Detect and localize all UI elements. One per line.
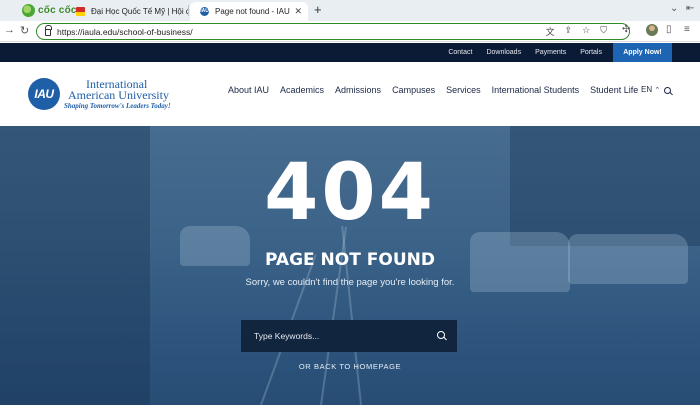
language-switcher[interactable]: EN ⌃ (641, 85, 660, 94)
browser-toolbar: → ↻ https://iaula.edu/school-of-business… (0, 21, 700, 42)
url-text[interactable]: https://iaula.edu/school-of-business/ (57, 27, 193, 37)
search-icon[interactable] (437, 331, 445, 339)
menu-icon[interactable]: ≡ (684, 24, 690, 35)
close-tab-icon[interactable]: ✕ (294, 6, 302, 17)
utility-links: Contact Downloads Payments Portals (448, 43, 602, 62)
site-topbar: Contact Downloads Payments Portals Apply… (0, 43, 700, 62)
coccoc-logo-icon (22, 4, 35, 17)
shield-icon[interactable]: ⛉ (600, 25, 607, 38)
search-form (241, 320, 457, 352)
side-panel-icon[interactable]: ▯ (666, 24, 672, 35)
error-code: 404 (264, 148, 436, 238)
reload-icon[interactable]: ↻ (20, 24, 29, 37)
browser-brand-label: cốc cốc (38, 5, 77, 16)
nav-item-admissions[interactable]: Admissions (335, 85, 381, 95)
nav-item-international-students[interactable]: International Students (492, 85, 580, 95)
topbar-link-portals[interactable]: Portals (580, 49, 602, 56)
chevron-down-icon[interactable]: ⌄ (670, 3, 678, 14)
bookmark-star-icon[interactable]: ☆ (582, 25, 590, 38)
main-nav: About IAU Academics Admissions Campuses … (228, 85, 638, 95)
browser-tabbar: cốc cốc Đại Học Quốc Tế Mỹ | Hội đồng K … (0, 0, 700, 21)
error-message: Sorry, we couldn't find the page you're … (245, 277, 455, 288)
extensions-icon[interactable]: ✣ (622, 24, 630, 35)
error-title: PAGE NOT FOUND (265, 250, 435, 270)
nav-item-academics[interactable]: Academics (280, 85, 324, 95)
nav-item-campuses[interactable]: Campuses (392, 85, 435, 95)
chevron-up-icon: ⌃ (654, 87, 661, 94)
tab-title: Đại Học Quốc Tế Mỹ | Hội đồng K (91, 7, 188, 16)
topbar-link-downloads[interactable]: Downloads (486, 49, 521, 56)
search-input[interactable] (241, 331, 421, 341)
topbar-link-contact[interactable]: Contact (448, 49, 472, 56)
nav-item-student-life[interactable]: Student Life (590, 85, 638, 95)
forward-icon[interactable]: → (4, 24, 15, 36)
tab-iau-council[interactable]: Đại Học Quốc Tế Mỹ | Hội đồng K (72, 2, 188, 21)
logo-badge: IAU (28, 78, 60, 110)
apply-now-button[interactable]: Apply Now! (613, 43, 672, 62)
lock-icon[interactable] (45, 25, 52, 36)
header-search-icon[interactable] (664, 87, 671, 94)
new-tab-button[interactable]: + (314, 2, 322, 17)
iau-logo[interactable]: IAU International American University Sh… (28, 76, 178, 112)
nav-item-about[interactable]: About IAU (228, 85, 269, 95)
flag-favicon-icon (76, 7, 85, 16)
share-icon[interactable]: ⇪ (565, 25, 573, 38)
address-bar[interactable]: https://iaula.edu/school-of-business/ 文 … (36, 23, 630, 40)
browser-brand[interactable]: cốc cốc (22, 3, 77, 18)
nav-item-services[interactable]: Services (446, 85, 481, 95)
logo-name-line2: American University (68, 88, 169, 102)
tab-divider (188, 5, 189, 16)
logo-tagline: Shaping Tomorrow's Leaders Today! (64, 102, 171, 110)
back-to-homepage-link[interactable]: OR BACK TO HOMEPAGE (0, 362, 700, 371)
translate-icon[interactable]: 文 (546, 25, 555, 38)
site-header: IAU International American University Sh… (0, 62, 700, 126)
window-back-icon[interactable]: ⇤ (686, 3, 694, 14)
language-label: EN (641, 85, 653, 94)
topbar-link-payments[interactable]: Payments (535, 49, 566, 56)
tab-title: Page not found - IAU (215, 7, 290, 16)
not-found-hero: 404 PAGE NOT FOUND Sorry, we couldn't fi… (0, 126, 700, 405)
iau-favicon-icon: IAU (200, 7, 209, 16)
profile-avatar[interactable] (646, 24, 658, 36)
tab-page-not-found[interactable]: IAU Page not found - IAU ✕ (190, 2, 308, 21)
